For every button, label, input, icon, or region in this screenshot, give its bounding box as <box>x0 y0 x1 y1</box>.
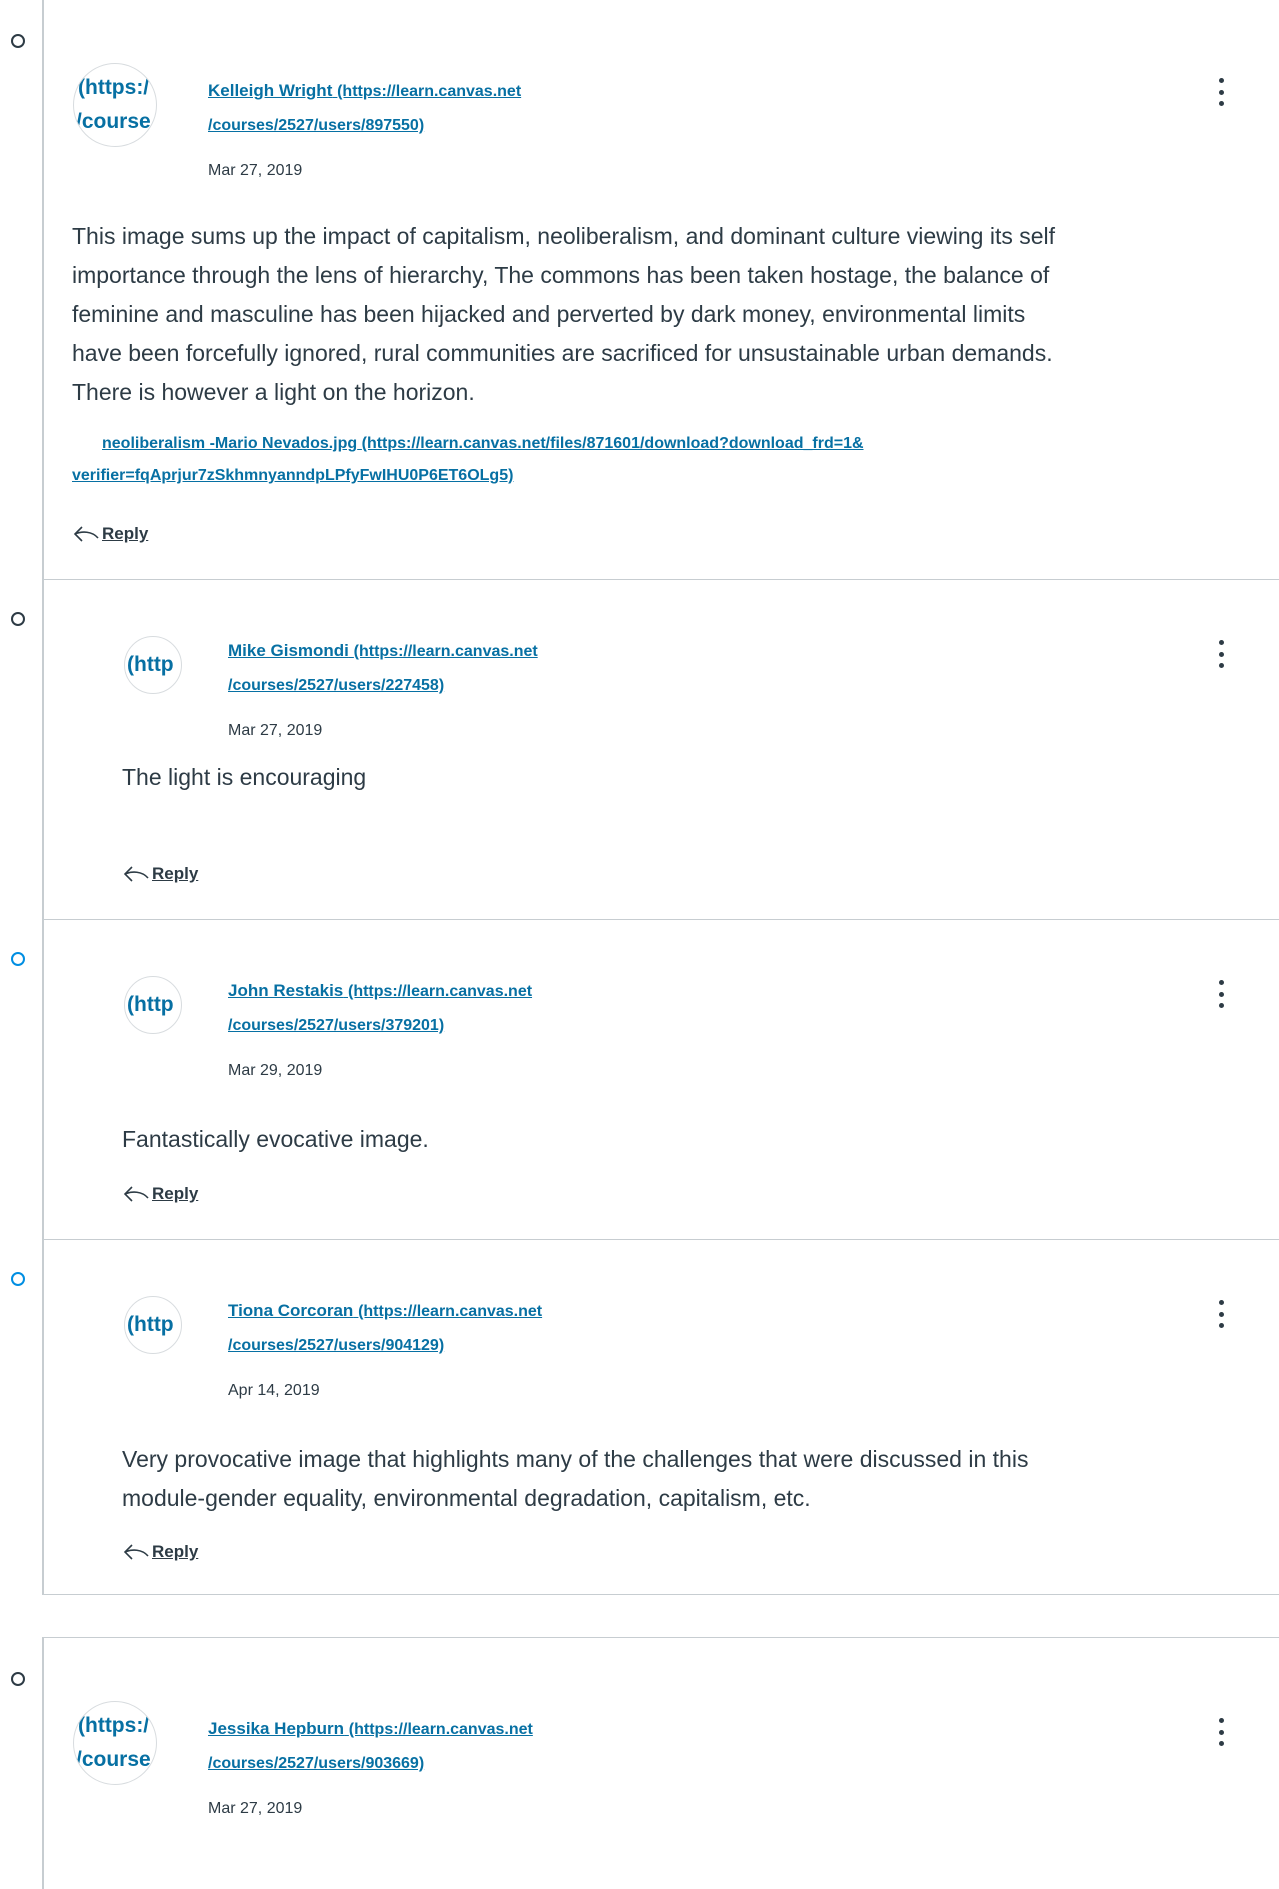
circle-bullet-icon <box>11 1272 25 1286</box>
discussion-entry: (http John Restakis (https://learn.canva… <box>11 920 1279 1240</box>
avatar[interactable]: (http <box>124 1296 182 1354</box>
reply-button[interactable]: Reply <box>122 864 198 884</box>
discussion-entry: (https:/ /course Kelleigh Wright (https:… <box>11 0 1279 580</box>
post-date: Mar 27, 2019 <box>228 722 323 739</box>
post-date: Apr 14, 2019 <box>228 1382 320 1399</box>
circle-bullet-icon <box>11 952 25 966</box>
post-date: Mar 27, 2019 <box>208 162 303 179</box>
reply-button[interactable]: Reply <box>122 1184 198 1204</box>
author-link[interactable]: John Restakis (https://learn.canvas.net … <box>228 974 648 1042</box>
reply-arrow-icon <box>123 866 149 882</box>
discussion-entry: (https:/ /course Jessika Hepburn (https:… <box>11 1638 1279 1889</box>
attachment-link[interactable]: neoliberalism -Mario Nevados.jpg (https:… <box>72 428 1172 492</box>
post-date: Mar 29, 2019 <box>228 1062 323 1079</box>
reply-button[interactable]: Reply <box>122 1542 198 1562</box>
message-body: Fantastically evocative image. <box>122 1126 429 1152</box>
kebab-menu-icon[interactable] <box>1217 78 1225 106</box>
author-link[interactable]: Mike Gismondi (https://learn.canvas.net … <box>228 634 648 702</box>
discussion-thread: (https:/ /course Jessika Hepburn (https:… <box>11 1637 1279 1889</box>
reply-arrow-icon <box>123 1544 149 1560</box>
kebab-menu-icon[interactable] <box>1217 980 1225 1008</box>
message-body: This image sums up the impact of capital… <box>72 223 1056 405</box>
discussion-thread: (https:/ /course Kelleigh Wright (https:… <box>11 0 1279 1595</box>
circle-bullet-icon <box>11 1672 25 1686</box>
message-body: The light is encouraging <box>122 764 367 790</box>
author-link[interactable]: Tiona Corcoran (https://learn.canvas.net… <box>228 1294 648 1362</box>
avatar[interactable]: (https:/ /course <box>73 1701 157 1785</box>
kebab-menu-icon[interactable] <box>1217 640 1225 668</box>
post-date: Mar 27, 2019 <box>208 1800 303 1817</box>
avatar[interactable]: (https:/ /course <box>73 63 157 147</box>
avatar[interactable]: (http <box>124 976 182 1034</box>
reply-button[interactable]: Reply <box>72 524 148 544</box>
reply-arrow-icon <box>73 526 99 542</box>
author-link[interactable]: Jessika Hepburn (https://learn.canvas.ne… <box>208 1712 628 1780</box>
kebab-menu-icon[interactable] <box>1217 1718 1225 1746</box>
circle-bullet-icon <box>11 34 25 48</box>
kebab-menu-icon[interactable] <box>1217 1300 1225 1328</box>
avatar[interactable]: (http <box>124 636 182 694</box>
circle-bullet-icon <box>11 612 25 626</box>
reply-arrow-icon <box>123 1186 149 1202</box>
discussion-entry: (http Mike Gismondi (https://learn.canva… <box>11 580 1279 920</box>
message-body: Very provocative image that highlights m… <box>122 1446 1029 1511</box>
author-link[interactable]: Kelleigh Wright (https://learn.canvas.ne… <box>208 74 628 142</box>
discussion-entry: (http Tiona Corcoran (https://learn.canv… <box>11 1240 1279 1595</box>
